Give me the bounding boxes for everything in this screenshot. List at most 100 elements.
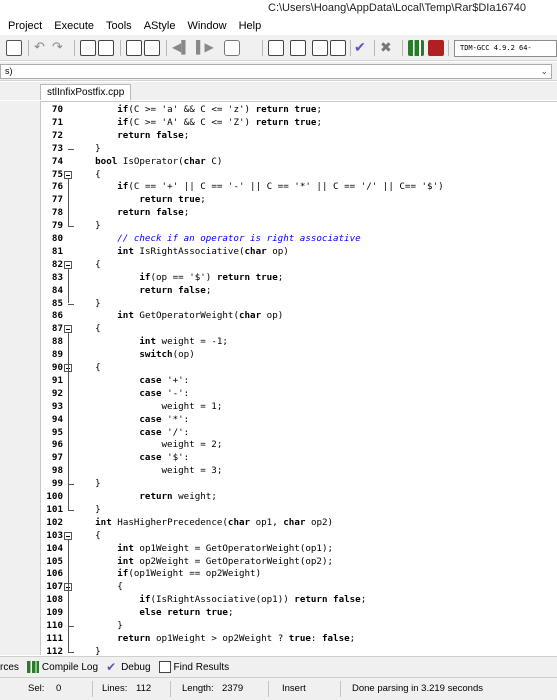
menu-tools[interactable]: Tools <box>106 20 132 32</box>
code-text: else return true; <box>139 607 234 619</box>
indent-icon[interactable]: ▌▶ <box>196 40 214 56</box>
code-text: case '-': <box>139 387 190 399</box>
unindent-icon[interactable]: ◀▌ <box>172 40 190 56</box>
code-text: int HasHigherPrecedence(char op1, char o… <box>95 516 334 528</box>
toolbar-separator <box>166 40 167 56</box>
toolbar: ↶ ↷ ◀▌ ▌▶ ✔ ✖ TDM-GCC 4.9.2 64- <box>0 35 557 61</box>
code-line: 104 int op1Weight = GetOperatorWeight(op… <box>41 543 557 556</box>
debug-check-icon: ✔ <box>106 660 117 674</box>
line-number: 78 <box>51 207 63 219</box>
goto-icon[interactable] <box>126 40 142 56</box>
code-line: 111 return op1Weight > op2Weight ? true:… <box>41 633 557 646</box>
code-text: { <box>73 258 101 270</box>
code-text: case '*': <box>139 413 190 425</box>
status-separator <box>340 681 341 697</box>
code-line: 109 else return true; <box>41 607 557 620</box>
menu-astyle[interactable]: AStyle <box>144 20 176 32</box>
line-number: 76 <box>51 181 63 193</box>
function-combo[interactable]: s) ⌄ <box>0 64 552 79</box>
code-line: 110 } <box>41 620 557 633</box>
undo-icon[interactable]: ↶ <box>34 40 50 56</box>
fold-guide <box>68 372 69 485</box>
fold-toggle-icon[interactable] <box>64 531 72 540</box>
code-line: 103 { <box>41 530 557 543</box>
code-text: weight = 2; <box>73 439 223 451</box>
fold-end-mark <box>68 148 74 150</box>
line-number: 109 <box>46 607 63 619</box>
profile-chart-icon[interactable] <box>408 40 424 56</box>
class-browser-bar: s) ⌄ <box>0 62 557 81</box>
menu-execute[interactable]: Execute <box>54 20 94 32</box>
code-line: 92 case '-': <box>41 388 557 401</box>
code-line: 78 return false; <box>41 207 557 220</box>
line-number: 84 <box>51 284 63 296</box>
code-text: if(IsRightAssociative(op1)) return false… <box>139 594 367 606</box>
line-number: 70 <box>51 104 63 115</box>
tab-find-results[interactable]: Find Results <box>158 661 229 673</box>
line-number: 107 <box>46 581 63 593</box>
bookmark-icon[interactable] <box>144 40 160 56</box>
fold-toggle-icon[interactable] <box>64 260 72 269</box>
replace-icon[interactable] <box>98 40 114 56</box>
line-number: 72 <box>51 129 63 141</box>
open-project-icon[interactable] <box>290 40 306 56</box>
code-line: 102 int HasHigherPrecedence(char op1, ch… <box>41 517 557 530</box>
toolbar-separator <box>262 40 263 56</box>
save-all-icon[interactable] <box>312 40 328 56</box>
code-line: 100 return weight; <box>41 491 557 504</box>
check-syntax-icon[interactable]: ✔ <box>354 40 370 56</box>
redo-icon[interactable]: ↷ <box>52 40 68 56</box>
fold-toggle-icon[interactable] <box>64 325 72 334</box>
code-text: { <box>73 581 123 593</box>
compiler-select[interactable]: TDM-GCC 4.9.2 64- <box>454 40 557 57</box>
menu-project[interactable]: Project <box>8 20 42 32</box>
line-number: 108 <box>46 594 63 606</box>
code-text: return true; <box>139 194 206 206</box>
left-panel-strip <box>0 101 40 655</box>
line-number: 111 <box>46 632 63 644</box>
line-number: 90 <box>51 362 63 373</box>
code-text: } <box>73 142 101 154</box>
status-lines-value: 112 <box>136 683 152 694</box>
toggle-comment-icon[interactable] <box>224 40 240 56</box>
code-text: case '$': <box>139 452 190 464</box>
code-text: int weight = -1; <box>139 336 228 348</box>
code-text: { <box>73 362 101 373</box>
new-project-icon[interactable] <box>268 40 284 56</box>
tab-compile-log[interactable]: Compile Log <box>26 661 98 673</box>
code-text: int op1Weight = GetOperatorWeight(op1); <box>117 542 334 554</box>
delete-profile-icon[interactable] <box>428 40 444 56</box>
code-line: 99 } <box>41 478 557 491</box>
code-line: 77 return true; <box>41 194 557 207</box>
line-number: 95 <box>51 426 63 438</box>
toolbar-separator <box>74 40 75 56</box>
code-line: 82 { <box>41 259 557 272</box>
code-text: if(C >= 'A' && C <= 'Z') return true; <box>117 116 323 128</box>
chevron-down-icon[interactable]: ⌄ <box>540 65 548 78</box>
code-line: 112 } <box>41 646 557 655</box>
code-line: 94 case '*': <box>41 414 557 427</box>
menu-window[interactable]: Window <box>187 20 226 32</box>
fold-toggle-icon[interactable] <box>64 170 72 179</box>
close-project-icon[interactable] <box>330 40 346 56</box>
code-editor[interactable]: 70 if(C >= 'a' && C <= 'z') return true;… <box>40 101 557 655</box>
stop-execution-icon[interactable]: ✖ <box>380 40 396 56</box>
code-line: 71 if(C >= 'A' && C <= 'Z') return true; <box>41 117 557 130</box>
code-line: 93 weight = 1; <box>41 401 557 414</box>
print-icon[interactable] <box>6 40 22 56</box>
line-number: 73 <box>51 142 63 154</box>
code-line: 76 if(C == '+' || C == '-' || C == '*' |… <box>41 181 557 194</box>
find-icon[interactable] <box>80 40 96 56</box>
window-title: C:\Users\Hoang\AppData\Local\Temp\Rar$DI… <box>268 2 527 14</box>
line-number: 106 <box>46 568 63 580</box>
code-line: 85 } <box>41 298 557 311</box>
menu-help[interactable]: Help <box>239 20 262 32</box>
code-text: switch(op) <box>139 349 195 361</box>
line-number: 71 <box>51 116 63 128</box>
code-text: // check if an operator is right associa… <box>73 233 361 244</box>
code-line: 87 { <box>41 323 557 336</box>
line-number: 91 <box>51 374 63 386</box>
file-tab[interactable]: stlInfixPostfix.cpp <box>40 84 132 100</box>
tab-resources[interactable]: rces <box>0 662 19 673</box>
tab-debug[interactable]: ✔ Debug <box>106 661 150 673</box>
